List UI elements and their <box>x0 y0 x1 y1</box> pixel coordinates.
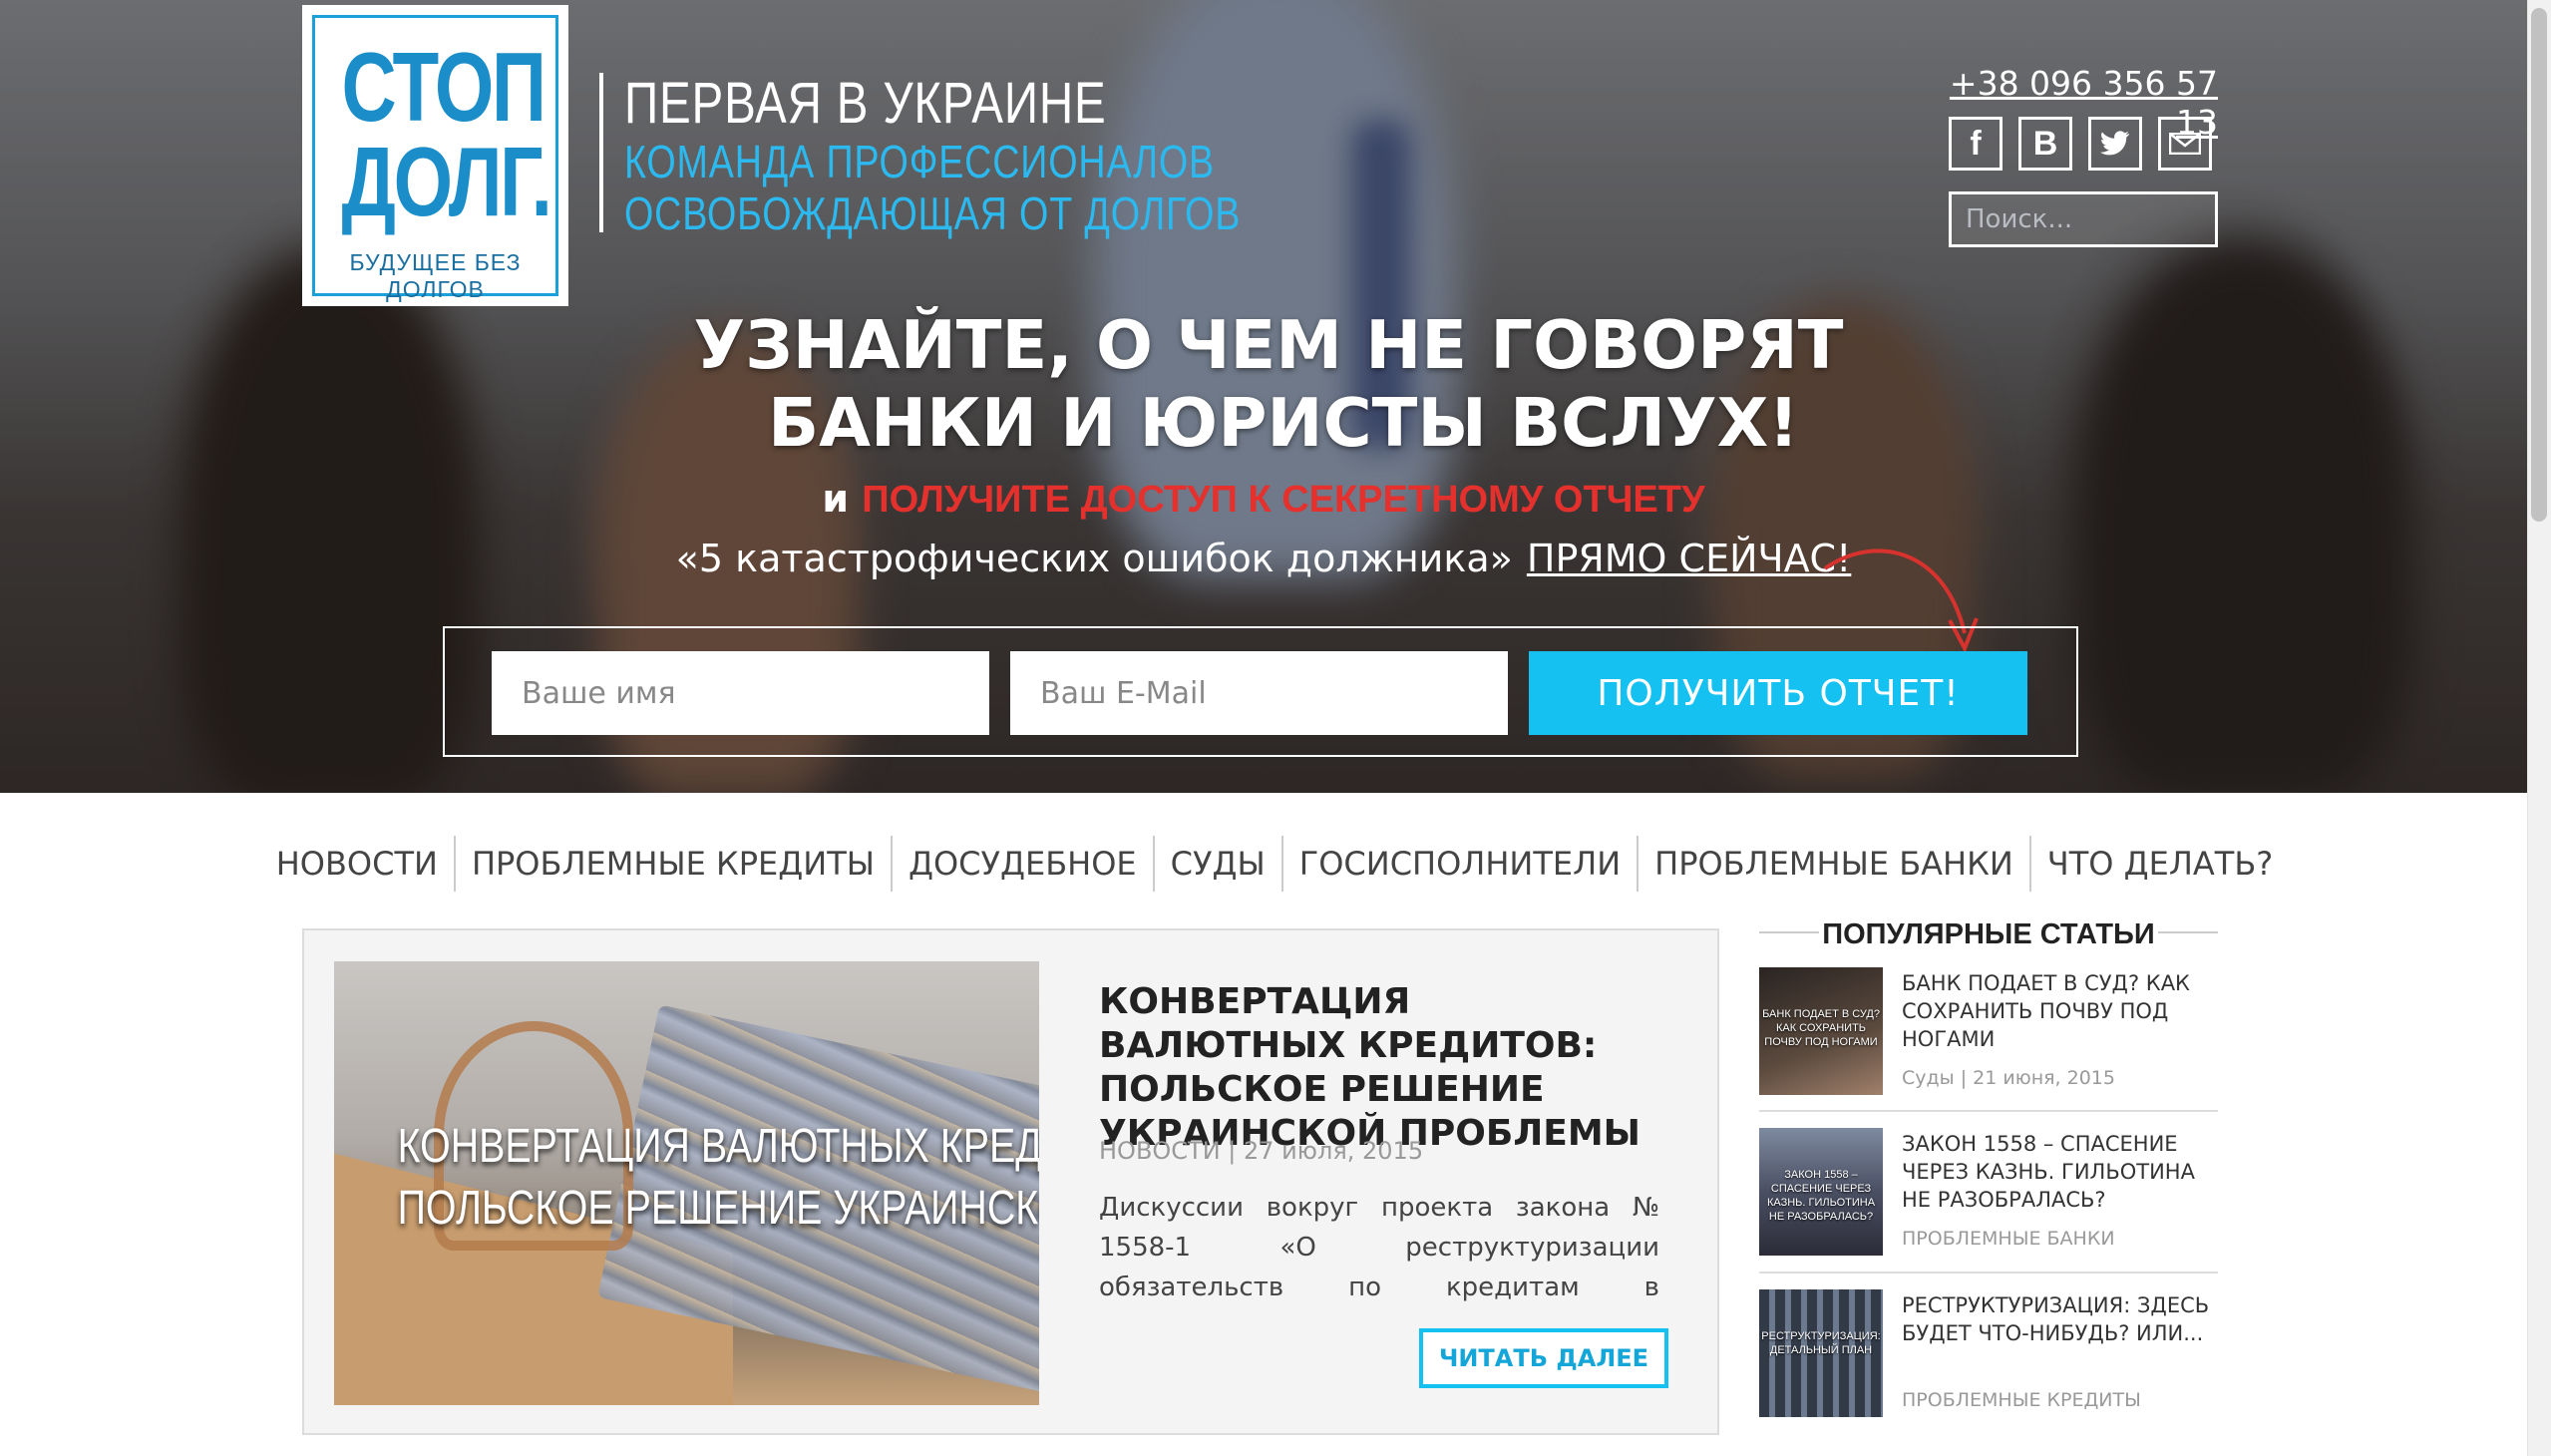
hero-headline-line1: УЗНАЙТЕ, О ЧЕМ НЕ ГОВОРЯТ <box>693 306 1844 384</box>
popular-meta: Суды | 21 июня, 2015 <box>1902 1067 2115 1089</box>
popular-meta: ПРОБЛЕМНЫЕ КРЕДИТЫ <box>1902 1389 2141 1411</box>
featured-date: 27 июля, 2015 <box>1244 1137 1424 1165</box>
featured-image[interactable]: КОНВЕРТАЦИЯ ВАЛЮТНЫХ КРЕДИТОВ: ПОЛЬСКОЕ … <box>334 961 1039 1405</box>
popular-heading-text: ПОПУЛЯРНЫЕ СТАТЬИ <box>1822 918 2155 950</box>
nav-item-bailiffs[interactable]: ГОСИСПОЛНИТЕЛИ <box>1280 836 1637 892</box>
thumbnail-caption: ЗАКОН 1558 – СПАСЕНИЕ ЧЕРЕЗ КАЗНЬ. ГИЛЬО… <box>1766 1169 1876 1223</box>
heading-rule-left <box>1759 931 1819 933</box>
popular-divider <box>1759 1272 2218 1274</box>
logo-line1: СТОП <box>341 32 547 142</box>
popular-thumbnail[interactable]: ЗАКОН 1558 – СПАСЕНИЕ ЧЕРЕЗ КАЗНЬ. ГИЛЬО… <box>1759 1128 1883 1256</box>
logo-line2: ДОЛГ. <box>341 127 552 236</box>
featured-title[interactable]: КОНВЕРТАЦИЯ ВАЛЮТНЫХ КРЕДИТОВ: ПОЛЬСКОЕ … <box>1099 980 1657 1156</box>
logo-subtitle: БУДУЩЕЕ БЕЗ ДОЛГОВ <box>349 249 522 302</box>
tagline-line2: КОМАНДА ПРОФЕССИОНАЛОВ <box>624 136 1215 187</box>
nav-item-problem-banks[interactable]: ПРОБЛЕМНЫЕ БАНКИ <box>1637 836 2029 892</box>
popular-thumbnail[interactable]: БАНК ПОДАЕТ В СУД? КАК СОХРАНИТЬ ПОЧВУ П… <box>1759 967 1883 1095</box>
hero-subheadline: и ПОЛУЧИТЕ ДОСТУП К СЕКРЕТНОМУ ОТЧЕТУ <box>0 477 2527 522</box>
subheadline-highlight: ПОЛУЧИТЕ ДОСТУП К СЕКРЕТНОМУ ОТЧЕТУ <box>862 479 1705 521</box>
popular-divider <box>1759 1110 2218 1112</box>
email-input[interactable] <box>1010 651 1508 735</box>
report-now-link[interactable]: ПРЯМО СЕЙЧАС! <box>1527 537 1851 580</box>
nav-item-news[interactable]: НОВОСТИ <box>260 836 454 892</box>
tagline-divider <box>599 73 603 232</box>
report-line: «5 катастрофических ошибок должника» ПРЯМ… <box>0 537 2527 580</box>
vkontakte-icon[interactable]: B <box>2018 117 2072 171</box>
facebook-icon[interactable]: f <box>1949 117 2003 171</box>
name-input[interactable] <box>492 651 989 735</box>
search-input[interactable] <box>1949 191 2218 247</box>
hero-banner: СТОП ДОЛГ. БУДУЩЕЕ БЕЗ ДОЛГОВ ПЕРВАЯ В У… <box>0 0 2527 793</box>
heading-rule-right <box>2158 931 2218 933</box>
featured-article: КОНВЕРТАЦИЯ ВАЛЮТНЫХ КРЕДИТОВ: ПОЛЬСКОЕ … <box>302 928 1719 1435</box>
scrollbar-thumb[interactable] <box>2531 8 2547 522</box>
hero-headline-line2: БАНКИ И ЮРИСТЫ ВСЛУХ! <box>768 384 1799 462</box>
tagline-line1: ПЕРВАЯ В УКРАИНЕ <box>624 71 1107 136</box>
social-links: f B <box>1949 117 2212 171</box>
read-more-button[interactable]: ЧИТАТЬ ДАЛЕЕ <box>1419 1328 1668 1388</box>
featured-category[interactable]: НОВОСТИ <box>1099 1137 1221 1165</box>
thumbnail-caption: БАНК ПОДАЕТ В СУД? КАК СОХРАНИТЬ ПОЧВУ П… <box>1762 1008 1880 1048</box>
popular-item[interactable]: ЗАКОН 1558 – СПАСЕНИЕ ЧЕРЕЗ КАЗНЬ. ГИЛЬО… <box>1759 1128 2218 1277</box>
popular-item[interactable]: РЕСТРУКТУРИЗАЦИЯ: ДЕТАЛЬНЫЙ ПЛАН РЕСТРУК… <box>1759 1289 2218 1439</box>
popular-thumbnail[interactable]: РЕСТРУКТУРИЗАЦИЯ: ДЕТАЛЬНЫЙ ПЛАН <box>1759 1289 1883 1417</box>
twitter-icon[interactable] <box>2088 117 2142 171</box>
featured-excerpt: Дискуссии вокруг проекта закона № 1558-1… <box>1099 1193 1659 1302</box>
main-nav: НОВОСТИ ПРОБЛЕМНЫЕ КРЕДИТЫ ДОСУДЕБНОЕ СУ… <box>0 836 2527 892</box>
nav-item-what-to-do[interactable]: ЧТО ДЕЛАТЬ? <box>2028 836 2290 892</box>
nav-item-problem-credits[interactable]: ПРОБЛЕМНЫЕ КРЕДИТЫ <box>453 836 891 892</box>
featured-meta: НОВОСТИ | 27 июля, 2015 <box>1099 1137 1424 1165</box>
popular-title[interactable]: РЕСТРУКТУРИЗАЦИЯ: ЗДЕСЬ БУДЕТ ЧТО-НИБУДЬ… <box>1902 1291 2211 1347</box>
popular-item[interactable]: БАНК ПОДАЕТ В СУД? КАК СОХРАНИТЬ ПОЧВУ П… <box>1759 967 2218 1117</box>
twitter-bird-shape <box>2100 131 2129 156</box>
popular-meta: ПРОБЛЕМНЫЕ БАНКИ <box>1902 1228 2115 1250</box>
tagline-line3: ОСВОБОЖДАЮЩАЯ ОТ ДОЛГОВ <box>624 187 1242 239</box>
nav-item-courts[interactable]: СУДЫ <box>1152 836 1281 892</box>
popular-title[interactable]: БАНК ПОДАЕТ В СУД? КАК СОХРАНИТЬ ПОЧВУ П… <box>1902 969 2211 1053</box>
site-logo[interactable]: СТОП ДОЛГ. БУДУЩЕЕ БЕЗ ДОЛГОВ <box>302 5 568 306</box>
subheadline-prefix: и <box>822 477 850 521</box>
report-name: «5 катастрофических ошибок должника» <box>675 537 1513 580</box>
featured-image-title-line1: КОНВЕРТАЦИЯ ВАЛЮТНЫХ КРЕДИТОВ: <box>397 1120 1039 1173</box>
envelope-shape <box>2169 133 2201 155</box>
get-report-button[interactable]: ПОЛУЧИТЬ ОТЧЕТ! <box>1529 651 2027 735</box>
popular-title[interactable]: ЗАКОН 1558 – СПАСЕНИЕ ЧЕРЕЗ КАЗНЬ. ГИЛЬО… <box>1902 1130 2211 1214</box>
thumbnail-caption: РЕСТРУКТУРИЗАЦИЯ: ДЕТАЛЬНЫЙ ПЛАН <box>1761 1330 1881 1356</box>
popular-articles-heading: ПОПУЛЯРНЫЕ СТАТЬИ <box>1759 914 2218 954</box>
report-form: ПОЛУЧИТЬ ОТЧЕТ! <box>443 626 2078 757</box>
mail-icon[interactable] <box>2158 117 2212 171</box>
nav-item-pretrial[interactable]: ДОСУДЕБНОЕ <box>890 836 1153 892</box>
featured-image-title-line2: ПОЛЬСКОЕ РЕШЕНИЕ УКРАИНСКОЙ ПРОБЛЕМЫ <box>397 1182 1039 1235</box>
